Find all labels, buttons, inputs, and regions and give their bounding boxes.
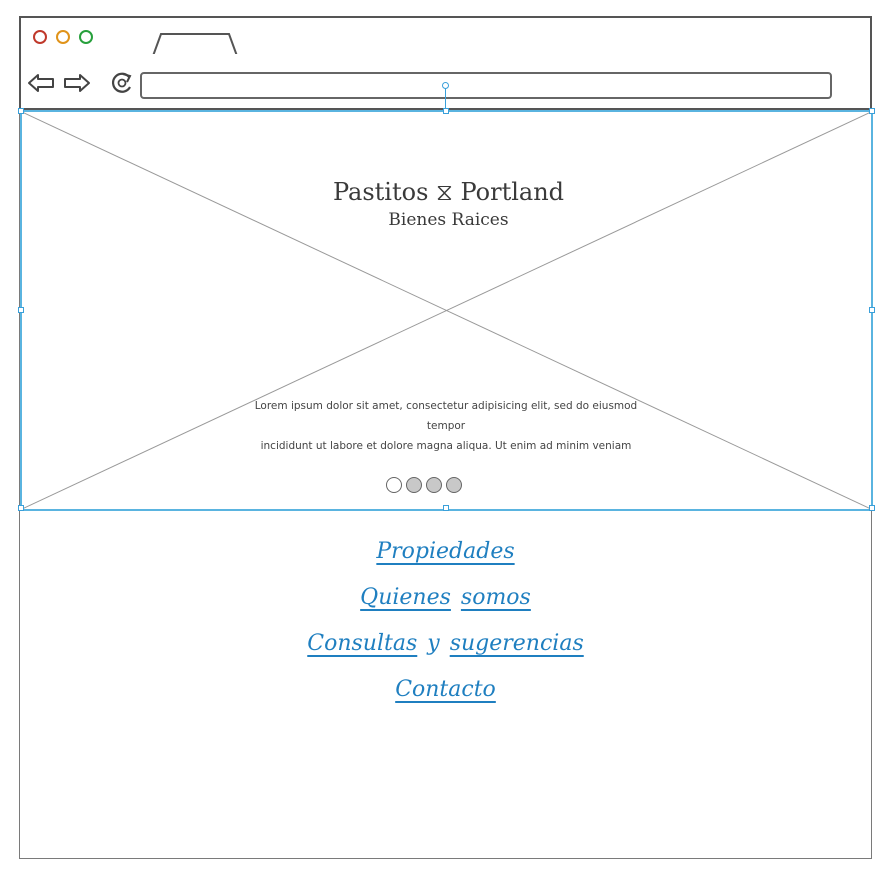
resize-handle-top[interactable] (443, 108, 449, 114)
hero-subtitle: Bienes Raices (388, 210, 509, 230)
browser-title-bar (19, 16, 872, 56)
hero-title: Pastitos ⧖ Portland (332, 178, 565, 206)
maximize-window-icon[interactable] (79, 30, 93, 44)
link-contacto[interactable]: Contacto (395, 677, 496, 702)
link-propiedades[interactable]: Propiedades (376, 539, 514, 564)
link-conjunction: y (427, 630, 440, 656)
resize-handle-top-right[interactable] (869, 108, 875, 114)
resize-handle-bottom-right[interactable] (869, 505, 875, 511)
address-bar-input[interactable] (140, 72, 832, 99)
hero-body-line: incididunt ut labore et dolore magna ali… (260, 440, 632, 452)
main-nav-links: Propiedades Quienes somos Consultas y su… (19, 528, 872, 712)
link-sugerencias[interactable]: sugerencias (450, 631, 584, 656)
carousel-dot-2[interactable] (406, 477, 422, 493)
carousel-pagination (386, 477, 462, 495)
close-window-icon[interactable] (33, 30, 47, 44)
resize-handle-bottom[interactable] (443, 505, 449, 511)
hero-image-placeholder[interactable]: Pastitos ⧖ Portland Bienes Raices Lorem … (18, 82, 875, 511)
carousel-dot-3[interactable] (426, 477, 442, 493)
resize-handle-left[interactable] (18, 307, 24, 313)
rotation-handle[interactable] (442, 82, 449, 89)
hero-body-text: Lorem ipsum dolor sit amet, consectetur … (236, 396, 656, 456)
link-consultas[interactable]: Consultas (307, 631, 417, 656)
resize-handle-top-left[interactable] (18, 108, 24, 114)
link-somos[interactable]: somos (461, 585, 531, 610)
browser-tab[interactable] (151, 32, 241, 56)
resize-handle-bottom-left[interactable] (18, 505, 24, 511)
link-quienes[interactable]: Quienes (360, 585, 451, 610)
reload-icon[interactable] (109, 70, 135, 96)
carousel-dot-1[interactable] (386, 477, 402, 493)
back-arrow-icon[interactable] (27, 72, 55, 94)
resize-handle-right[interactable] (869, 307, 875, 313)
carousel-dot-4[interactable] (446, 477, 462, 493)
minimize-window-icon[interactable] (56, 30, 70, 44)
forward-arrow-icon[interactable] (63, 72, 91, 94)
hero-body-line: Lorem ipsum dolor sit amet, consectetur … (254, 400, 638, 432)
